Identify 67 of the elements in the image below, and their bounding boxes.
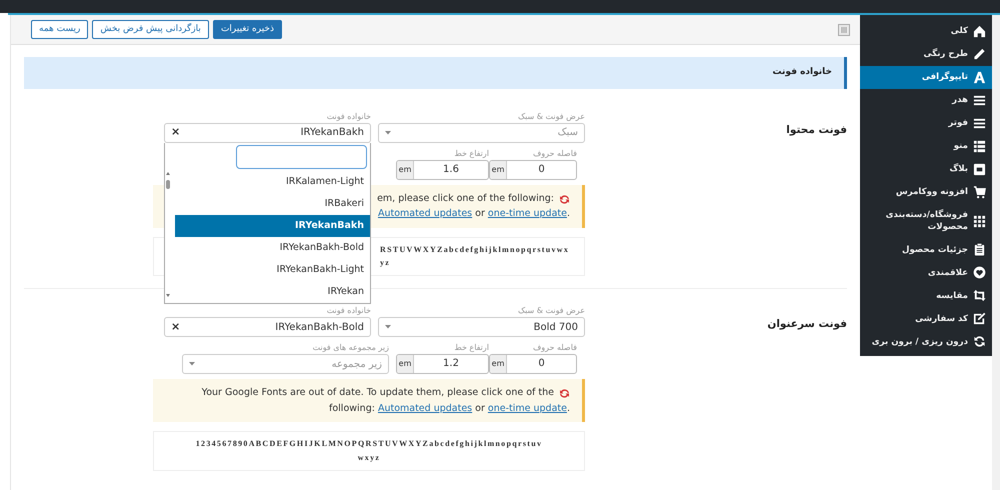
field-label: عرض فونت & سبک — [516, 110, 585, 122]
refresh-icon — [973, 335, 986, 348]
sidebar-item[interactable]: کد سفارشی — [860, 307, 992, 330]
sidebar-item[interactable]: هدر — [860, 89, 992, 112]
sidebar-item[interactable]: مقایسه — [860, 284, 992, 308]
reset-button[interactable]: بازگردانی پیش فرض بخش — [92, 20, 209, 40]
sidebar-item[interactable]: کلی — [860, 20, 992, 43]
update-link[interactable]: one-time update — [488, 402, 567, 414]
sidebar-item[interactable]: جزئیات محصول — [860, 238, 992, 262]
caret-icon — [189, 362, 195, 366]
section-title: خانواده فونت — [24, 57, 847, 88]
home-icon — [973, 25, 986, 38]
edit-icon — [973, 312, 986, 326]
sidebar-item[interactable]: فروشگاه/دسته‌بندی محصولات — [860, 204, 992, 238]
scrollbar[interactable] — [992, 15, 1000, 490]
refresh-icon[interactable] — [559, 388, 570, 400]
select-field[interactable]: IRYekanBakh-Bold × — [164, 317, 371, 338]
sidebar-item[interactable]: افزونه ووکامرس — [860, 181, 992, 204]
field-label: ارتفاع خط — [453, 148, 489, 160]
field-label: خانواده فونت — [326, 305, 371, 318]
sidebar-item[interactable]: علاقمندی — [860, 261, 992, 284]
reset-button[interactable]: ریست همه — [31, 20, 88, 40]
setting-label: فونت سرعنوان — [766, 317, 847, 332]
sidebar-item[interactable]: منو — [860, 135, 992, 158]
dropdown-option[interactable]: IRYekanBakh — [175, 214, 370, 236]
field-label: ارتفاع خط — [453, 342, 489, 354]
field-label: خانواده فونت — [326, 110, 371, 122]
field-label: فاصله حروف — [532, 148, 577, 160]
update-link[interactable]: Automated updates — [378, 208, 472, 220]
clipboard-icon — [973, 243, 986, 256]
dropdown-option[interactable]: IRYekanBakh-Light — [175, 258, 370, 280]
sidebar-item[interactable]: بلاگ — [860, 158, 992, 181]
swap-arrows-icon — [973, 289, 986, 302]
setting-label: فونت محتوا — [785, 122, 847, 138]
pencil-icon — [973, 48, 986, 61]
cart-icon — [973, 186, 986, 199]
dropdown-option[interactable]: IRYekanBakh-Bold — [175, 236, 370, 258]
select-field[interactable]: Bold 700 — [378, 317, 585, 338]
search-field[interactable] — [236, 144, 367, 168]
clear-icon[interactable]: × — [171, 124, 180, 141]
refresh-icon[interactable] — [559, 194, 570, 204]
dropdown-option[interactable]: IRBakeri — [175, 192, 370, 214]
caret-icon — [385, 325, 391, 330]
letter-a-icon — [973, 71, 986, 84]
scrollbar[interactable] — [165, 170, 171, 298]
update-link[interactable]: Automated updates — [378, 402, 472, 414]
menu-icon — [973, 117, 986, 130]
document-icon — [973, 163, 986, 176]
field-label: زیر مجموعه های فونت — [312, 342, 389, 354]
field-label: عرض فونت & سبک — [516, 305, 585, 318]
field-label: فاصله حروف — [532, 342, 577, 354]
grid-icon — [973, 214, 986, 228]
sidebar-item[interactable]: تایپوگرافی — [860, 66, 992, 89]
clear-icon[interactable]: × — [171, 318, 180, 336]
sidebar-item[interactable]: طرح رنگی — [860, 43, 992, 66]
dropdown-option[interactable]: IRYekan — [175, 280, 370, 298]
menu-icon — [973, 94, 986, 107]
save-button[interactable]: ذخیره تغییرات — [212, 20, 282, 40]
caret-icon — [385, 130, 391, 134]
sidebar-item[interactable]: درون ریزی / برون بری — [860, 330, 992, 354]
update-link[interactable]: one-time update — [488, 208, 567, 220]
font-preview: 1234567890ABCDEFGHIJKLMNOPQRSTUVWXYZabcdefghijklmnopqrstuv wxyz — [153, 431, 585, 471]
sidebar-item[interactable]: فوتر — [860, 112, 992, 135]
notice-text: Your Google Fonts are out of date. To update them, please click one of the following: Automated updates or one-time update. — [153, 379, 585, 422]
panel-toggle-icon[interactable] — [838, 24, 850, 36]
select-field[interactable]: IRYekanBakh × — [164, 122, 371, 142]
list-icon — [973, 140, 986, 153]
